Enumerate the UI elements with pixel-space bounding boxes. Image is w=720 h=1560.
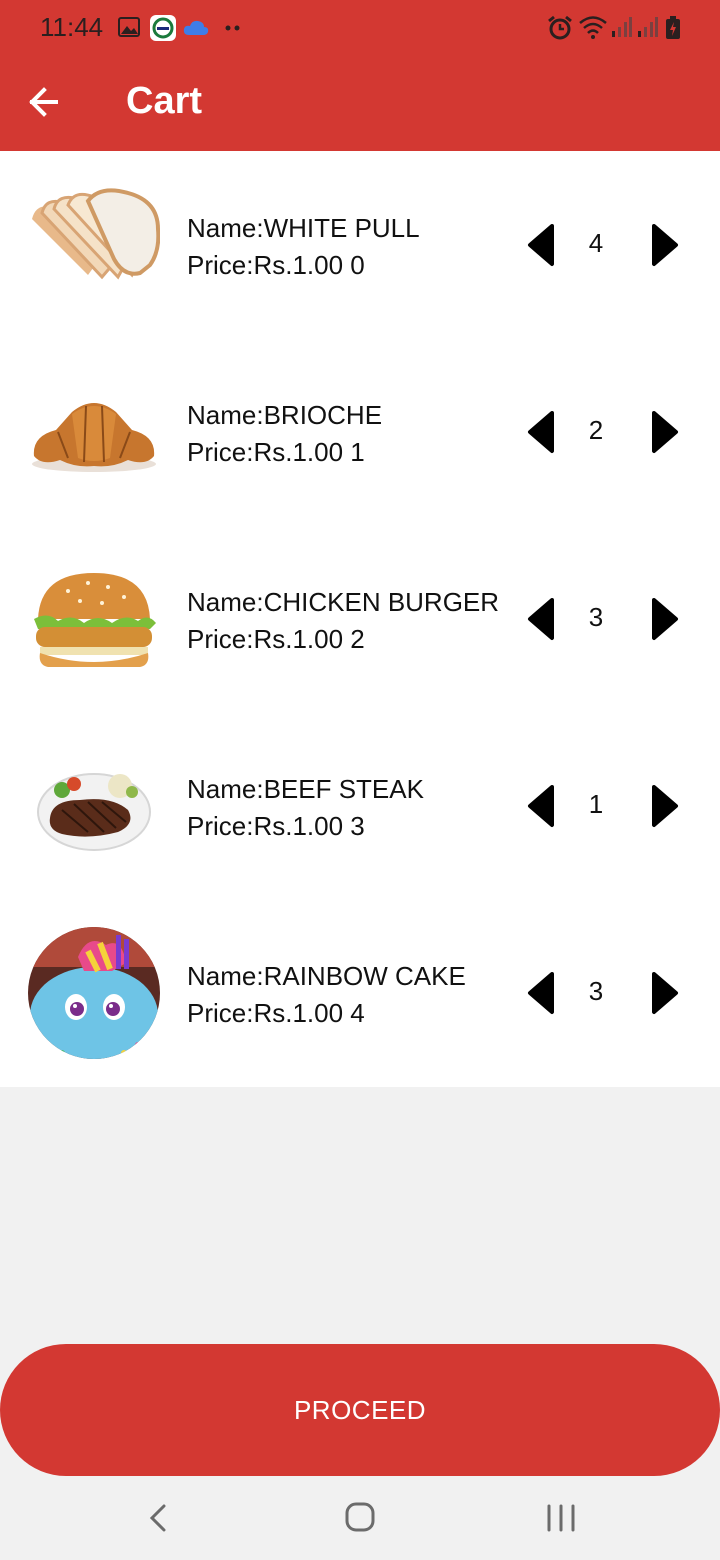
system-nav-bar [0,1478,720,1560]
item-quantity: 3 [588,976,604,1006]
page-title: Cart [126,80,203,122]
rainbow-cake-image [28,927,160,1059]
decrease-quantity-icon[interactable] [526,784,556,828]
item-price: Price:Rs.1.00 2 [187,624,365,654]
item-price: Price:Rs.1.00 4 [187,998,365,1028]
cart-item: Name:RAINBOW CAKE Price:Rs.1.00 4 3 [0,899,720,1086]
beef-steak-image [37,773,151,851]
increase-quantity-icon[interactable] [650,223,680,267]
item-price: Price:Rs.1.00 3 [187,811,365,841]
item-quantity: 1 [588,789,604,819]
signal-icon [638,17,658,37]
cart-item: Name:BEEF STEAK Price:Rs.1.00 3 1 [0,712,720,899]
item-name: Name:CHICKEN BURGER [187,587,500,617]
croissant-image [32,403,156,472]
increase-quantity-icon[interactable] [650,597,680,641]
signal-icon [612,17,632,37]
status-bar: 11:44 [0,0,720,56]
decrease-quantity-icon[interactable] [526,597,556,641]
item-quantity: 4 [588,228,604,258]
home-icon[interactable] [336,1496,384,1540]
increase-quantity-icon[interactable] [650,971,680,1015]
item-name: Name:WHITE PULL [187,213,420,243]
bread-slices-image [32,188,160,280]
decrease-quantity-icon[interactable] [526,410,556,454]
item-name: Name:BEEF STEAK [187,774,424,804]
item-name: Name:RAINBOW CAKE [187,961,466,991]
item-quantity: 3 [588,602,604,632]
screen: 11:44 Cart Name:WHITE PULL Price:Rs.1.00… [0,0,720,1560]
app-notification-icon [150,15,176,41]
decrease-quantity-icon[interactable] [526,971,556,1015]
wifi-icon [579,16,607,39]
cart-item: Name:CHICKEN BURGER Price:Rs.1.00 2 3 [0,525,720,712]
image-icon [118,17,140,37]
chicken-burger-image [34,573,156,667]
recents-icon[interactable] [537,1496,585,1540]
app-header: 11:44 Cart [0,0,720,151]
cart-item: Name:WHITE PULL Price:Rs.1.00 0 4 [0,151,720,338]
cart-item: Name:BRIOCHE Price:Rs.1.00 1 2 [0,338,720,525]
status-time: 11:44 [40,12,104,42]
proceed-button[interactable]: PROCEED [0,1344,720,1476]
cloud-icon [183,20,209,35]
alarm-icon [548,15,572,40]
back-arrow-icon[interactable] [26,84,66,120]
increase-quantity-icon[interactable] [650,410,680,454]
more-dots-icon [225,25,240,31]
decrease-quantity-icon[interactable] [526,223,556,267]
cart-list: Name:WHITE PULL Price:Rs.1.00 0 4 Name:B… [0,151,720,1087]
item-price: Price:Rs.1.00 0 [187,250,365,280]
item-price: Price:Rs.1.00 1 [187,437,365,467]
battery-icon [666,16,680,39]
increase-quantity-icon[interactable] [650,784,680,828]
back-icon[interactable] [136,1496,184,1540]
item-quantity: 2 [588,415,604,445]
item-name: Name:BRIOCHE [187,400,383,430]
